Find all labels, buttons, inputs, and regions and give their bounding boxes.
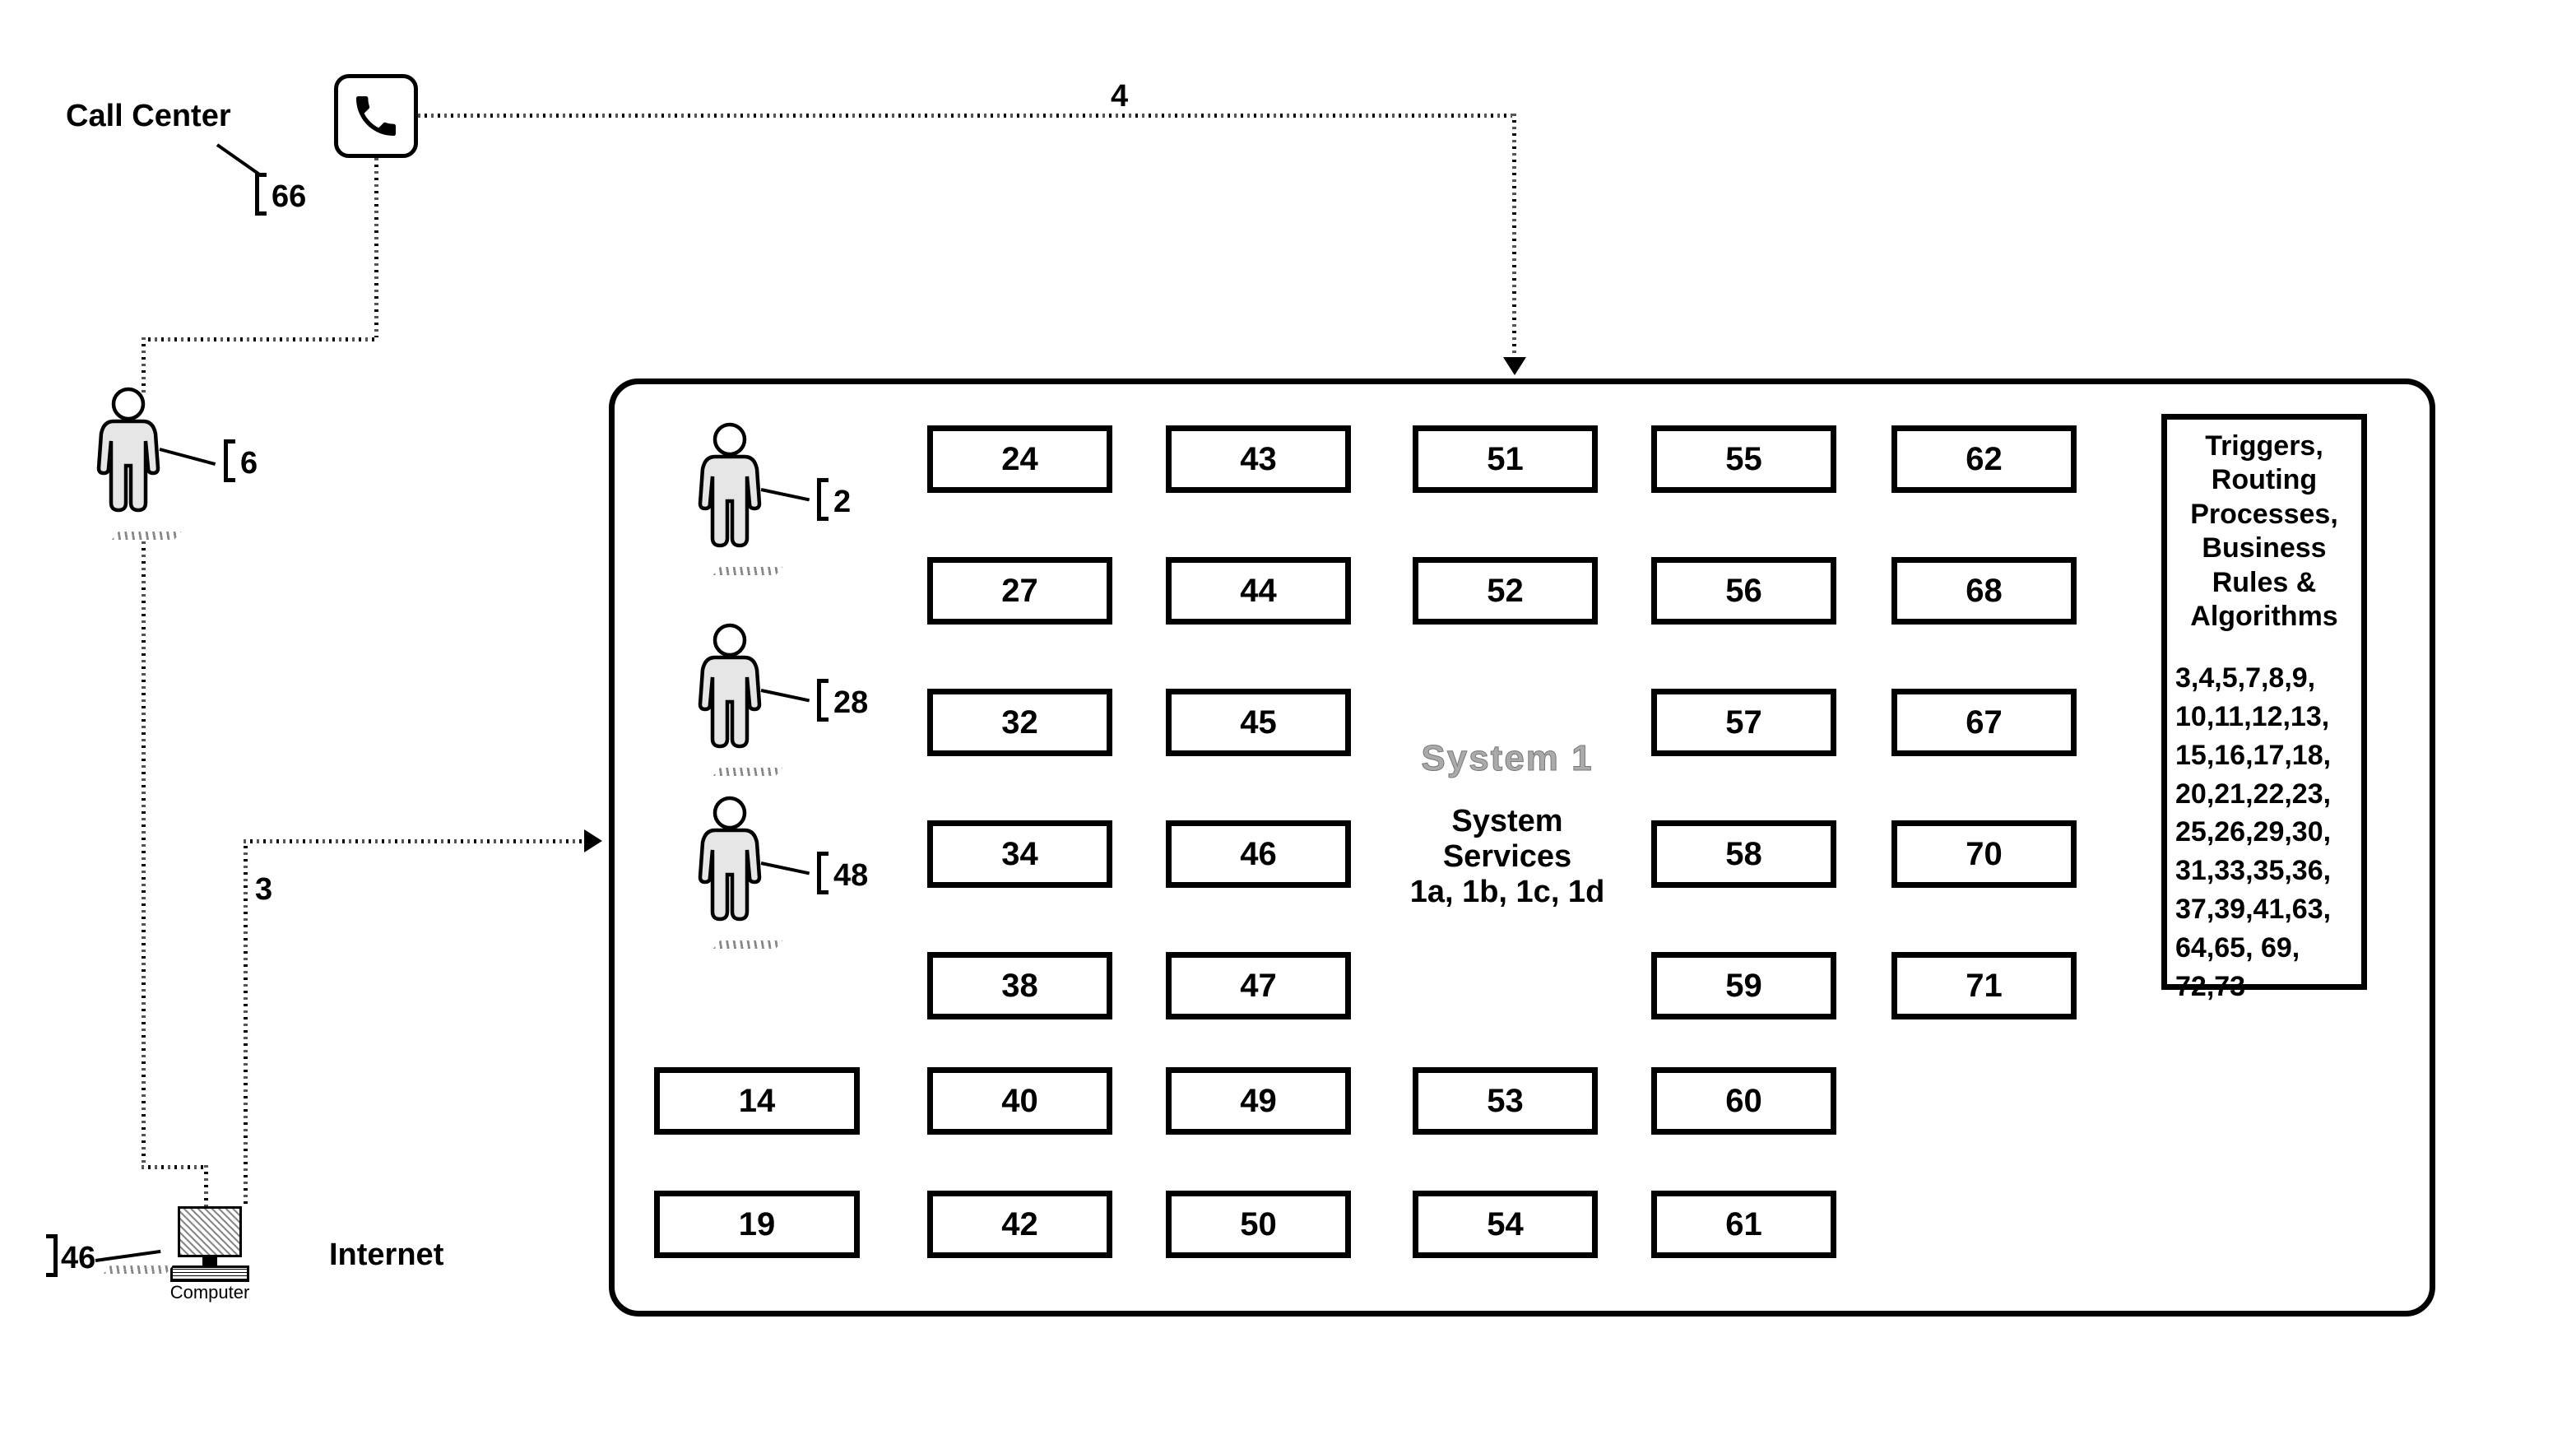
triggers-line: 64,65, 69, [2175, 929, 2353, 968]
person-icon [692, 623, 768, 771]
system-panel: 2 28 48 24 43 51 55 62 27 44 52 56 68 32… [609, 378, 2435, 1317]
computer-label: Computer [165, 1282, 255, 1303]
module-box: 19 [654, 1191, 860, 1258]
call-center-leader [216, 143, 262, 176]
module-box: 24 [927, 425, 1112, 493]
module-box: 32 [927, 689, 1112, 756]
computer-lead: 46 [61, 1241, 95, 1276]
module-box: 52 [1413, 557, 1598, 625]
module-box: 67 [1891, 689, 2077, 756]
triggers-line: 20,21,22,23, [2175, 775, 2353, 814]
module-box: 45 [1166, 689, 1351, 756]
internet-label: Internet [329, 1238, 443, 1273]
module-box: 53 [1413, 1067, 1598, 1135]
p2-leader [761, 689, 810, 702]
p2-lead: 28 [833, 685, 868, 721]
module-box: 47 [1166, 952, 1351, 1019]
call-center-lead: 66 [272, 179, 306, 215]
module-box: 43 [1166, 425, 1351, 493]
module-box: 54 [1413, 1191, 1598, 1258]
module-box: 46 [1166, 820, 1351, 888]
triggers-line: 15,16,17,18, [2175, 736, 2353, 775]
call-center-label: Call Center [66, 99, 231, 134]
person-icon [692, 422, 768, 570]
system-services-label: System Services [1404, 804, 1610, 875]
triggers-line: 72,73 [2175, 968, 2353, 1006]
module-box: 34 [927, 820, 1112, 888]
path-3-arrow [584, 829, 602, 852]
module-box: 50 [1166, 1191, 1351, 1258]
path-4-seg2 [1512, 114, 1516, 360]
triggers-line: 3,4,5,7,8,9, [2175, 659, 2353, 698]
module-box: 38 [927, 952, 1112, 1019]
p3-leader [761, 861, 810, 875]
p2-bracket [817, 679, 828, 722]
path-3-label: 3 [255, 872, 272, 908]
path-3-seg1 [244, 839, 248, 1206]
module-box: 62 [1891, 425, 2077, 493]
person6-lead: 6 [240, 446, 258, 481]
triggers-list: 3,4,5,7,8,9, 10,11,12,13, 15,16,17,18, 2… [2175, 659, 2353, 1006]
path-3-seg2 [244, 839, 587, 843]
triggers-line: 25,26,29,30, [2175, 813, 2353, 852]
module-box: 44 [1166, 557, 1351, 625]
p3-bracket [817, 852, 828, 894]
call-center-bracket [255, 173, 267, 216]
module-box: 27 [927, 557, 1112, 625]
computer-leader [95, 1250, 161, 1262]
system-title: System 1 [1404, 738, 1610, 779]
module-box: 51 [1413, 425, 1598, 493]
module-box: 60 [1651, 1067, 1836, 1135]
computer-bracket [46, 1234, 58, 1277]
module-box: 55 [1651, 425, 1836, 493]
module-box: 70 [1891, 820, 2077, 888]
person-to-computer-seg2 [142, 1165, 206, 1169]
system-title-block: System 1 System Services 1a, 1b, 1c, 1d [1404, 738, 1610, 910]
phone-icon [334, 74, 418, 158]
triggers-box: Triggers, Routing Processes, Business Ru… [2161, 414, 2367, 990]
module-box: 49 [1166, 1067, 1351, 1135]
module-box: 14 [654, 1067, 860, 1135]
module-box: 42 [927, 1191, 1112, 1258]
module-box: 68 [1891, 557, 2077, 625]
person6-bracket [224, 439, 235, 482]
module-box: 56 [1651, 557, 1836, 625]
module-box: 61 [1651, 1191, 1836, 1258]
module-box: 71 [1891, 952, 2077, 1019]
p3-lead: 48 [833, 858, 868, 894]
phone-to-person-seg2 [142, 337, 378, 341]
triggers-line: 10,11,12,13, [2175, 698, 2353, 736]
person-to-computer-seg1 [142, 541, 146, 1167]
module-box: 58 [1651, 820, 1836, 888]
module-box: 40 [927, 1067, 1112, 1135]
p1-leader [761, 488, 810, 501]
p1-bracket [817, 478, 828, 521]
module-box: 59 [1651, 952, 1836, 1019]
path-4-seg1 [418, 114, 1514, 118]
person6-leader [159, 448, 216, 466]
person-icon [91, 387, 166, 535]
path-4-label: 4 [1111, 79, 1128, 114]
module-box: 57 [1651, 689, 1836, 756]
system-services-sub: 1a, 1b, 1c, 1d [1404, 875, 1610, 910]
person-icon [692, 796, 768, 944]
p1-lead: 2 [833, 485, 851, 520]
triggers-title: Triggers, Routing Processes, Business Ru… [2175, 430, 2353, 634]
computer-icon: Computer [165, 1206, 255, 1303]
triggers-line: 37,39,41,63, [2175, 890, 2353, 929]
triggers-line: 31,33,35,36, [2175, 852, 2353, 890]
path-4-arrow [1503, 357, 1526, 375]
phone-to-person-seg1 [374, 158, 378, 339]
